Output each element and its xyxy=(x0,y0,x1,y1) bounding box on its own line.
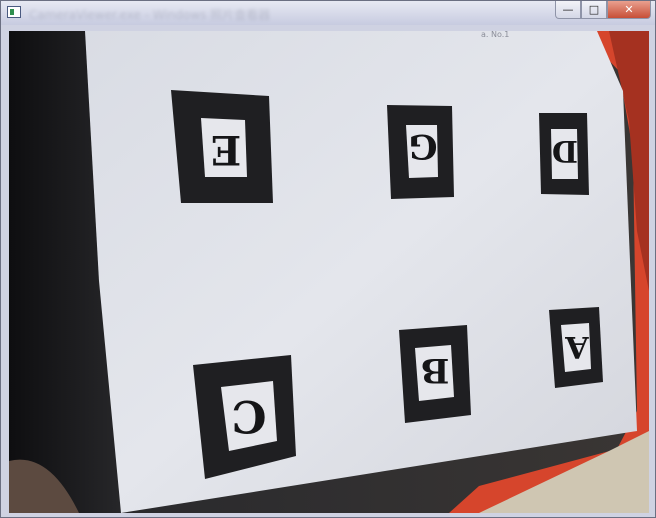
marker-letter-a: A xyxy=(565,329,590,364)
title-bar[interactable]: CameraViewer.exe - Windows 照片查看器 — □ ✕ xyxy=(1,1,655,25)
minimize-button[interactable]: — xyxy=(555,1,581,19)
app-icon[interactable] xyxy=(7,6,21,18)
window-controls: — □ ✕ xyxy=(555,1,651,21)
marker-e: E xyxy=(171,90,273,203)
paper-note: a. No.1 xyxy=(481,31,509,39)
camera-frame: a. No.1 E G D C B A xyxy=(9,31,649,513)
marker-letter-d: D xyxy=(552,133,578,168)
marker-letter-b: B xyxy=(421,350,450,390)
marker-g: G xyxy=(387,105,454,199)
window-title: CameraViewer.exe - Windows 照片查看器 xyxy=(29,8,271,22)
paper-sheet xyxy=(85,31,637,513)
app-window: CameraViewer.exe - Windows 照片查看器 — □ ✕ a… xyxy=(0,0,656,518)
marker-letter-c: C xyxy=(231,390,266,441)
close-button[interactable]: ✕ xyxy=(607,1,651,19)
marker-d: D xyxy=(539,113,589,195)
maximize-button[interactable]: □ xyxy=(581,1,607,19)
marker-b: B xyxy=(399,325,471,423)
camera-viewport[interactable]: a. No.1 E G D C B A xyxy=(9,31,649,513)
marker-letter-g: G xyxy=(408,126,437,166)
marker-letter-e: E xyxy=(211,126,242,173)
marker-a: A xyxy=(549,307,603,388)
